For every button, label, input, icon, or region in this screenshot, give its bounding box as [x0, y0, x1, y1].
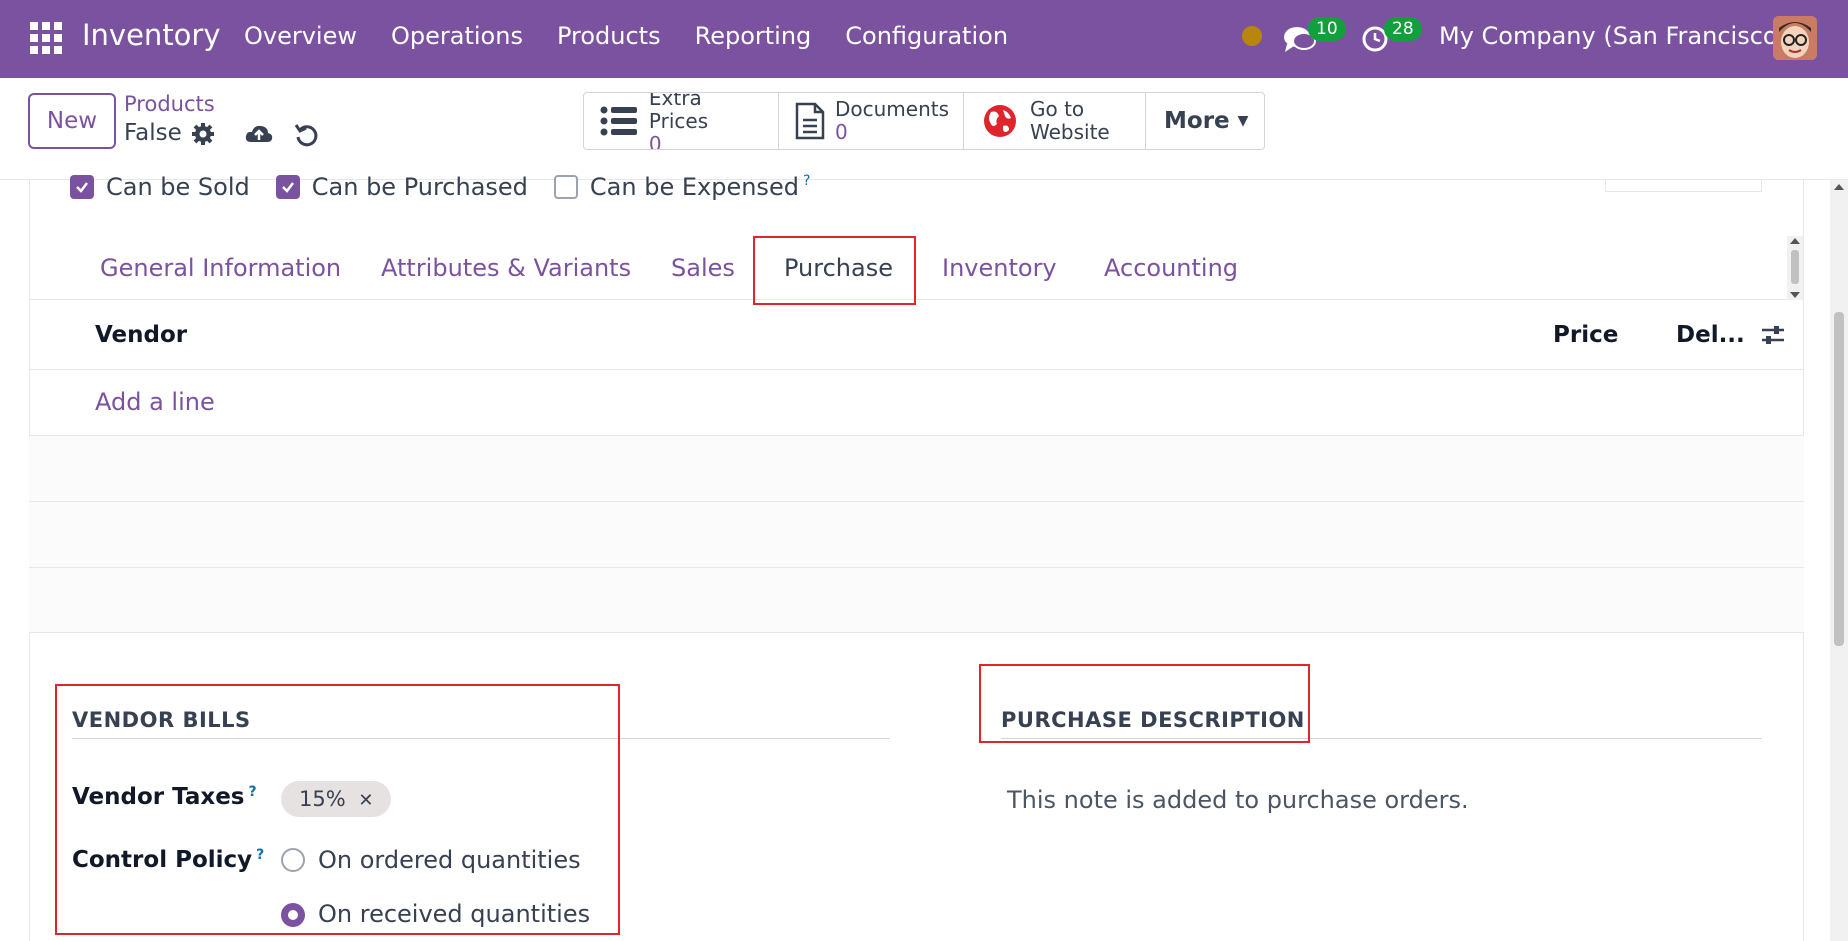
- go-to-website-button[interactable]: Go to Website: [964, 93, 1146, 149]
- main-menu: Overview Operations Products Reporting C…: [244, 22, 1008, 50]
- tab-attributes-variants[interactable]: Attributes & Variants: [381, 254, 631, 282]
- column-price[interactable]: Price: [1553, 322, 1618, 348]
- user-avatar[interactable]: [1773, 16, 1817, 60]
- new-button[interactable]: New: [28, 93, 116, 149]
- menu-item-operations[interactable]: Operations: [391, 22, 523, 50]
- documents-label: Documents: [835, 97, 950, 121]
- vendor-taxes-label: Vendor Taxes?: [72, 784, 257, 810]
- policy-ordered-label[interactable]: On ordered quantities: [318, 846, 581, 874]
- breadcrumb-products[interactable]: Products: [124, 92, 215, 116]
- messages-count-badge: 10: [1308, 17, 1346, 41]
- policy-received-label[interactable]: On received quantities: [318, 900, 590, 928]
- tax-tag-label: 15%: [299, 787, 346, 811]
- documents-button[interactable]: Documents 0: [779, 93, 964, 149]
- help-tooltip-icon: ?: [248, 784, 257, 800]
- extra-prices-button[interactable]: Extra Prices 0: [584, 93, 779, 149]
- policy-received-radio[interactable]: [281, 903, 305, 927]
- menu-item-overview[interactable]: Overview: [244, 22, 357, 50]
- page-scrollbar[interactable]: [1830, 180, 1848, 941]
- tab-general-information[interactable]: General Information: [100, 254, 341, 282]
- caret-down-icon: ▼: [1237, 113, 1249, 129]
- can-be-sold-option[interactable]: Can be Sold: [70, 173, 250, 201]
- column-delivery[interactable]: Del...: [1676, 322, 1745, 348]
- purchase-description-title: PURCHASE DESCRIPTION: [1001, 708, 1305, 732]
- menu-item-products[interactable]: Products: [557, 22, 661, 50]
- notebook-tabs: General Information Attributes & Variant…: [29, 236, 1804, 300]
- record-name: False: [124, 120, 182, 146]
- menu-item-reporting[interactable]: Reporting: [695, 22, 812, 50]
- policy-ordered-radio[interactable]: [281, 848, 305, 872]
- optional-columns-icon[interactable]: [1760, 322, 1786, 348]
- list-empty-row: [29, 567, 1804, 633]
- help-tooltip-icon: ?: [802, 173, 811, 189]
- can-be-expensed-label: Can be Expensed?: [589, 173, 811, 201]
- product-options: Can be Sold Can be Purchased Can be Expe…: [70, 173, 810, 201]
- vendor-list-header: Vendor Price Del...: [29, 300, 1804, 370]
- purchase-description-field[interactable]: This note is added to purchase orders.: [1007, 786, 1469, 814]
- company-switcher[interactable]: My Company (San Francisco): [1439, 22, 1787, 50]
- can-be-sold-label: Can be Sold: [106, 173, 250, 201]
- list-empty-row: [29, 501, 1804, 567]
- tab-inventory[interactable]: Inventory: [942, 254, 1057, 282]
- activities-count-badge: 28: [1384, 17, 1422, 41]
- list-empty-row: [29, 435, 1804, 501]
- can-be-expensed-option[interactable]: Can be Expensed?: [553, 173, 811, 201]
- can-be-purchased-option[interactable]: Can be Purchased: [275, 173, 528, 201]
- tab-sales[interactable]: Sales: [671, 254, 735, 282]
- status-indicator-icon[interactable]: [1242, 26, 1262, 46]
- can-be-expensed-checkbox[interactable]: [553, 175, 578, 199]
- discard-icon[interactable]: [294, 122, 320, 148]
- section-divider: [72, 738, 890, 739]
- app-title[interactable]: Inventory: [82, 18, 221, 52]
- app-grid-icon[interactable]: [30, 22, 62, 54]
- top-navbar: Inventory Overview Operations Products R…: [0, 0, 1848, 78]
- documents-count: 0: [835, 120, 848, 144]
- menu-item-configuration[interactable]: Configuration: [845, 22, 1008, 50]
- website-label: Website: [1030, 120, 1110, 144]
- tab-accounting[interactable]: Accounting: [1104, 254, 1238, 282]
- document-icon: [795, 101, 825, 141]
- control-policy-label: Control Policy?: [72, 847, 265, 873]
- tax-tag[interactable]: 15% ✕: [281, 781, 392, 817]
- go-to-label: Go to: [1030, 97, 1085, 121]
- control-panel: New Products False Extra Prices 0 Docume…: [0, 78, 1848, 180]
- help-tooltip-icon: ?: [256, 847, 265, 863]
- can-be-purchased-checkbox[interactable]: [275, 175, 300, 199]
- list-icon: [600, 101, 639, 141]
- extra-prices-count: 0: [648, 131, 662, 150]
- can-be-purchased-label: Can be Purchased: [311, 173, 528, 201]
- extra-prices-label: Extra Prices: [648, 92, 709, 133]
- hidden-field-edge: [1605, 180, 1762, 192]
- column-vendor[interactable]: Vendor: [95, 322, 187, 348]
- add-line-link[interactable]: Add a line: [95, 388, 215, 416]
- more-label: More: [1164, 108, 1230, 134]
- save-cloud-icon[interactable]: [244, 122, 274, 146]
- section-divider: [1001, 738, 1762, 739]
- tab-purchase[interactable]: Purchase: [784, 254, 893, 282]
- gear-icon[interactable]: [191, 122, 215, 146]
- smart-buttons: Extra Prices 0 Documents 0 Go to Website…: [583, 92, 1265, 150]
- globe-icon: [980, 101, 1020, 141]
- tabs-scrollbar[interactable]: [1787, 236, 1803, 300]
- more-button[interactable]: More ▼: [1146, 93, 1264, 149]
- vendor-bills-title: VENDOR BILLS: [72, 708, 251, 732]
- remove-tag-icon[interactable]: ✕: [358, 790, 373, 811]
- can-be-sold-checkbox[interactable]: [70, 175, 94, 199]
